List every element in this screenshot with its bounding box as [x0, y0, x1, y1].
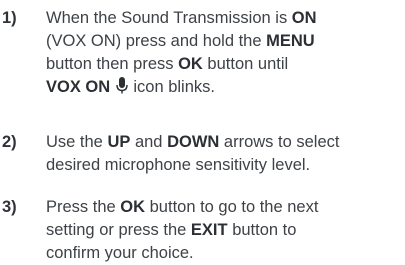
text-run: button until	[202, 55, 289, 73]
step-text: Use the UP and DOWN arrows to select des…	[46, 131, 399, 177]
text-line: Press the OK button to go to the next	[46, 196, 399, 219]
bold-keyword: OK	[120, 198, 146, 216]
step-number: 2)	[2, 133, 17, 151]
text-run: button then press	[46, 55, 179, 73]
text-run: Press the	[46, 198, 121, 216]
text-run: desired microphone sensitivity level.	[46, 156, 311, 174]
step-text: Press the OK button to go to the next se…	[46, 196, 399, 265]
bold-keyword: EXIT	[190, 221, 228, 239]
bold-keyword: UP	[107, 133, 131, 151]
text-run: button to	[227, 221, 297, 239]
text-run: setting or press the	[46, 221, 191, 239]
bold-keyword: VOX ON	[46, 78, 111, 96]
text-line: When the Sound Transmission is ON	[46, 7, 399, 30]
text-run: Use the	[46, 133, 108, 151]
text-run: button to go to the next	[145, 198, 319, 216]
text-line: Use the UP and DOWN arrows to select	[46, 131, 399, 154]
text-line: desired microphone sensitivity level.	[46, 154, 399, 177]
text-line: setting or press the EXIT button to	[46, 219, 399, 242]
text-run: and	[130, 133, 168, 151]
text-run: When the Sound Transmission is	[46, 9, 292, 27]
text-line: button then press OK button until	[46, 53, 399, 76]
microphone-icon	[116, 77, 128, 94]
step-number: 1)	[2, 9, 17, 27]
bold-keyword: ON	[291, 9, 317, 27]
step-number: 3)	[2, 198, 17, 216]
text-line: confirm your choice.	[46, 242, 399, 265]
text-run: (VOX ON) press and hold the	[46, 32, 267, 50]
text-run: icon blinks.	[128, 78, 215, 96]
bold-keyword: MENU	[266, 32, 315, 50]
text-line: VOX ON icon blinks.	[46, 76, 399, 99]
instruction-steps: 1) When the Sound Transmission is ON (VO…	[0, 0, 405, 262]
text-line: (VOX ON) press and hold the MENU	[46, 30, 399, 53]
step-text: When the Sound Transmission is ON (VOX O…	[46, 7, 399, 99]
text-run: confirm your choice.	[46, 244, 194, 262]
text-run: arrows to select	[219, 133, 340, 151]
bold-keyword: OK	[178, 55, 203, 73]
bold-keyword: DOWN	[167, 133, 220, 151]
